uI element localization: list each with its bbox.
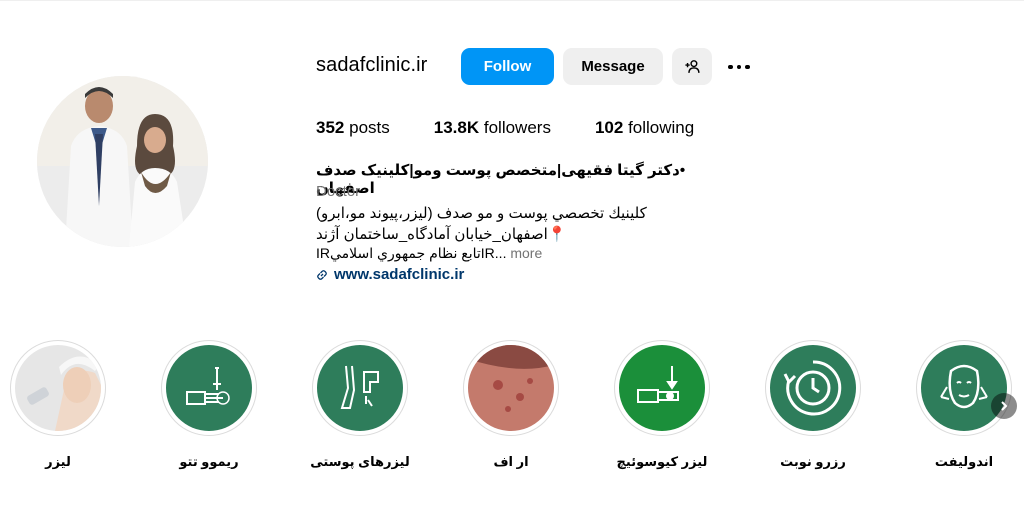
website-text: www.sadafclinic.ir [334, 266, 465, 283]
suggest-users-button[interactable] [672, 48, 712, 85]
followers-label: followers [483, 118, 551, 137]
profile-username: sadafclinic.ir [316, 54, 428, 76]
more-options-button[interactable] [724, 54, 754, 80]
highlight-ring [10, 340, 106, 436]
highlight-cover [921, 345, 1007, 431]
q-switch-laser-icon [637, 366, 679, 403]
posts-count: 352 [316, 118, 345, 137]
bio-line: كلينيك تخصصي پوست و مو صدف (ليزر،پيوند م… [316, 205, 647, 222]
appointment-clock-icon [783, 360, 842, 416]
following-label: following [628, 118, 695, 137]
highlight-cover [619, 345, 705, 431]
highlight-label: لیزرهای پوستی [310, 454, 410, 469]
highlight-label: ار اف [493, 454, 529, 469]
chevron-right-icon [1001, 401, 1008, 411]
highlight-cover [166, 345, 252, 431]
highlights-next-button[interactable] [991, 393, 1017, 419]
bio-category: Doctor [316, 183, 361, 200]
highlight-label: لیزر [45, 454, 71, 469]
link-icon [317, 269, 327, 280]
highlight-ring [916, 340, 1012, 436]
highlight-ring [463, 340, 559, 436]
doctors-photo [37, 76, 208, 247]
dot-icon [728, 64, 733, 70]
skin-closeup-photo-icon [468, 345, 554, 431]
highlight-label: اندولیفت [934, 454, 994, 469]
highlight-appointment[interactable]: رزرو نوبت [765, 340, 861, 470]
highlight-cover [770, 345, 856, 431]
following-stat[interactable]: 102 following [595, 118, 694, 138]
highlight-laser[interactable]: لیزر [10, 340, 106, 470]
message-button[interactable]: Message [563, 48, 663, 85]
top-divider [0, 0, 1024, 1]
highlight-cover [317, 345, 403, 431]
bio-line-text: IRتابع نظام جمهوري اسلاميIR... [316, 245, 507, 261]
highlight-ring [614, 340, 710, 436]
skin-laser-icon [340, 365, 379, 409]
highlight-cover [15, 345, 101, 431]
dot-icon [736, 64, 742, 70]
highlight-ring [765, 340, 861, 436]
endolift-face-icon [940, 364, 988, 409]
highlight-skin-lasers[interactable]: لیزرهای پوستی [310, 340, 410, 470]
highlight-q-switch-laser[interactable]: لیزر کیوسوئیچ [614, 340, 710, 470]
profile-stats: 352 posts 13.8K followers 102 following [316, 118, 738, 138]
highlight-cover [468, 345, 554, 431]
add-person-icon [684, 60, 700, 73]
followers-stat[interactable]: 13.8K followers [434, 118, 551, 138]
highlight-label: ریموو تتو [179, 454, 239, 469]
bio-full-name: •دکتر گیتا فقیهی|متخصص پوست ومو|کلینیک ص… [316, 162, 686, 197]
tattoo-removal-icon [186, 367, 230, 405]
bio-line: 📍اصفهان_خیابان آمادگاه_ساختمان آژند [316, 226, 567, 243]
highlight-label: رزرو نوبت [780, 454, 846, 469]
highlight-ring [161, 340, 257, 436]
story-highlights: لیزر ریموو تتو لیزرهای پوستی ار اف لیزر … [0, 340, 1024, 480]
posts-stat: 352 posts [316, 118, 390, 138]
following-count: 102 [594, 118, 624, 137]
highlight-tattoo-removal[interactable]: ریموو تتو [161, 340, 257, 470]
posts-label: posts [349, 118, 390, 137]
website-link[interactable]: www.sadafclinic.ir [316, 266, 464, 283]
highlight-ring [312, 340, 408, 436]
follow-button[interactable]: Follow [461, 48, 554, 85]
highlight-rf[interactable]: ار اف [463, 340, 559, 470]
followers-count: 13.8K [433, 118, 480, 137]
laser-woman-photo-icon [15, 345, 101, 431]
highlight-label: لیزر کیوسوئیچ [616, 454, 708, 469]
profile-avatar[interactable] [37, 76, 208, 247]
dot-icon [745, 64, 750, 70]
bio-line: IRتابع نظام جمهوري اسلاميIR... more [316, 245, 716, 262]
more-link[interactable]: more [510, 245, 542, 261]
